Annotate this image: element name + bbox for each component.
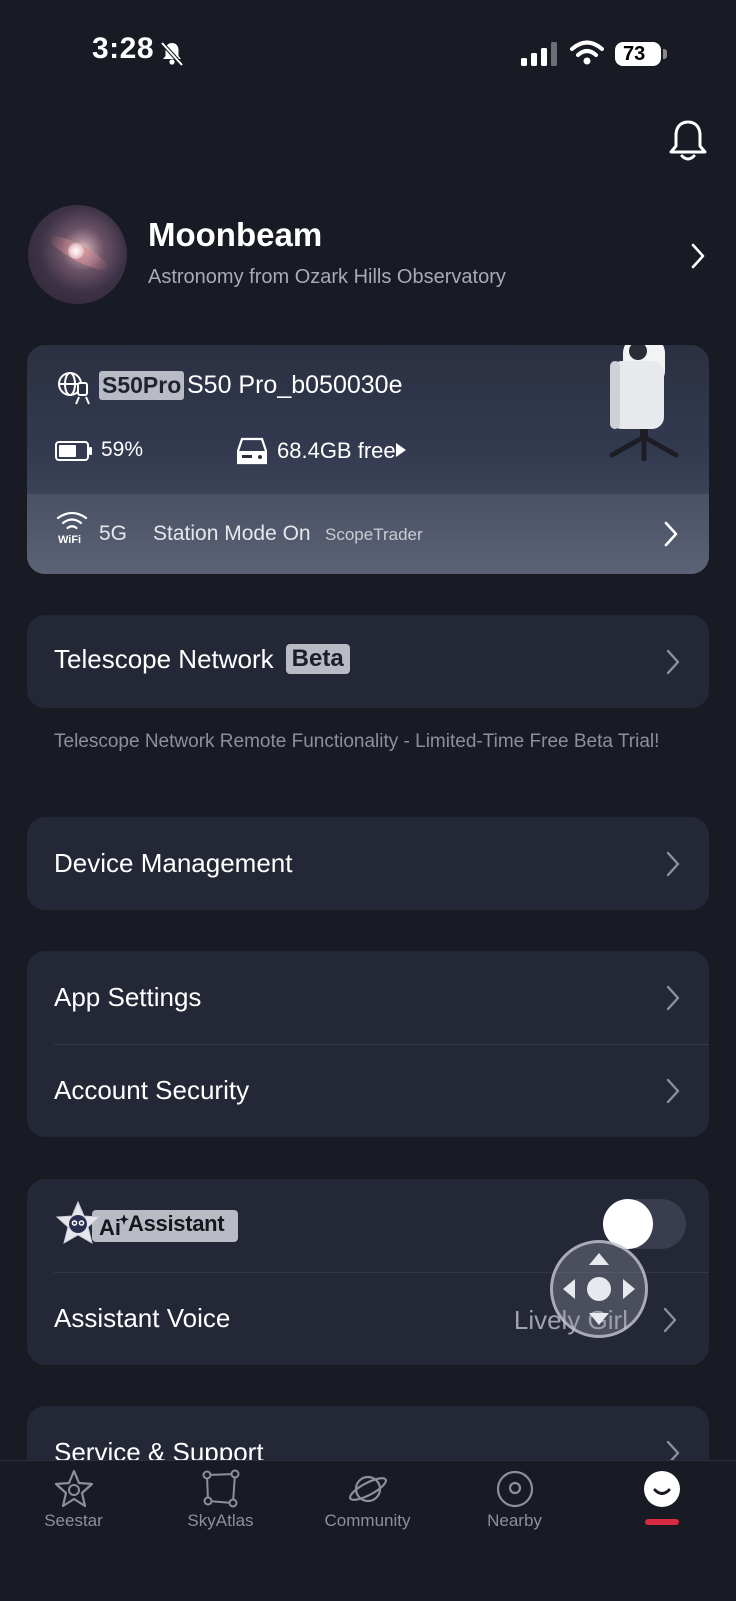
assistant-voice-label: Assistant Voice: [54, 1303, 231, 1333]
ai-assistant-label: Assistant: [128, 1211, 225, 1236]
divider: [54, 1044, 709, 1045]
battery-status: 73: [615, 42, 661, 66]
status-time: 3:28: [92, 32, 155, 65]
device-storage: 68.4GB free: [277, 438, 396, 463]
app-settings-label: App Settings: [54, 982, 202, 1012]
tab-skyatlas[interactable]: SkyAtlas: [147, 1461, 294, 1561]
battery-nub: [663, 49, 667, 59]
notification-bell-icon[interactable]: [667, 118, 709, 162]
device-model-badge: S50Pro: [99, 371, 185, 400]
telescope-network-note: Telescope Network Remote Functionality -…: [54, 731, 660, 752]
device-management-row[interactable]: Device Management: [27, 817, 709, 910]
telescope-device-image: [609, 345, 679, 461]
planet-icon: [348, 1475, 387, 1503]
dpad-icon: [563, 1253, 635, 1325]
wifi-icon: WiFi: [56, 511, 88, 545]
bottom-tab-bar: Seestar SkyAtlas Community Nearby: [0, 1460, 736, 1601]
device-name: S50 Pro_b050030e: [187, 371, 403, 399]
storage-drive-icon: [237, 437, 267, 465]
ai-assistant-toggle[interactable]: [603, 1199, 686, 1249]
seestar-icon: [54, 1469, 93, 1508]
tab-nearby[interactable]: Nearby: [441, 1461, 588, 1561]
chevron-right-icon: [691, 243, 705, 269]
station-mode-status: Station Mode On: [153, 522, 311, 545]
tab-label: Nearby: [487, 1511, 542, 1530]
skyatlas-icon: [202, 1469, 239, 1508]
beta-badge: Beta: [285, 644, 350, 674]
chevron-right-icon: [663, 1307, 677, 1333]
tab-label: SkyAtlas: [187, 1511, 254, 1530]
bell-mute-icon: [160, 41, 184, 67]
play-arrow-icon[interactable]: [395, 442, 407, 458]
ai-assistant-badge: Ai Assistant: [54, 1200, 238, 1246]
wifi-ssid: ScopeTrader: [325, 525, 423, 544]
telescope-network-label-wrap: Telescope Network Beta: [54, 644, 350, 675]
location-icon: [496, 1470, 533, 1508]
telescope-network-label: Telescope Network: [54, 644, 274, 674]
ai-sparkle-icon: Ai: [99, 1214, 129, 1240]
chevron-right-icon: [664, 521, 678, 547]
device-card[interactable]: S50Pro S50 Pro_b050030e 59% 68.4GB free …: [27, 345, 709, 574]
avatar[interactable]: [28, 205, 127, 304]
tab-profile[interactable]: [588, 1461, 735, 1561]
tab-label: Seestar: [44, 1511, 103, 1530]
svg-text:Ai: Ai: [99, 1215, 121, 1240]
profile-name: Moonbeam: [148, 216, 323, 253]
settings-group: App Settings Account Security: [27, 951, 709, 1137]
tab-seestar[interactable]: Seestar: [0, 1461, 147, 1561]
floating-joystick[interactable]: [550, 1240, 648, 1338]
chevron-right-icon: [666, 985, 680, 1011]
wifi-status-icon: [570, 40, 604, 65]
active-tab-indicator: [645, 1519, 679, 1525]
chevron-right-icon: [666, 851, 680, 877]
cellular-signal-icon: [521, 42, 557, 66]
tab-community[interactable]: Community: [294, 1461, 441, 1561]
device-battery-percent: 59%: [101, 438, 144, 461]
chevron-right-icon: [666, 1078, 680, 1104]
device-battery-icon: [55, 441, 92, 461]
globe-telescope-icon: [58, 372, 90, 405]
device-management-label: Device Management: [54, 848, 293, 878]
tab-label: Community: [324, 1511, 411, 1530]
account-security-label: Account Security: [54, 1075, 250, 1105]
profile-subtitle: Astronomy from Ozark Hills Observatory: [148, 266, 506, 288]
profile-face-icon: [643, 1471, 680, 1507]
wifi-icon-label: WiFi: [58, 534, 81, 545]
chevron-right-icon: [666, 649, 680, 675]
ai-star-mascot-icon: [55, 1200, 101, 1245]
telescope-network-row[interactable]: Telescope Network Beta: [27, 615, 709, 708]
wifi-band: 5G: [99, 522, 128, 545]
